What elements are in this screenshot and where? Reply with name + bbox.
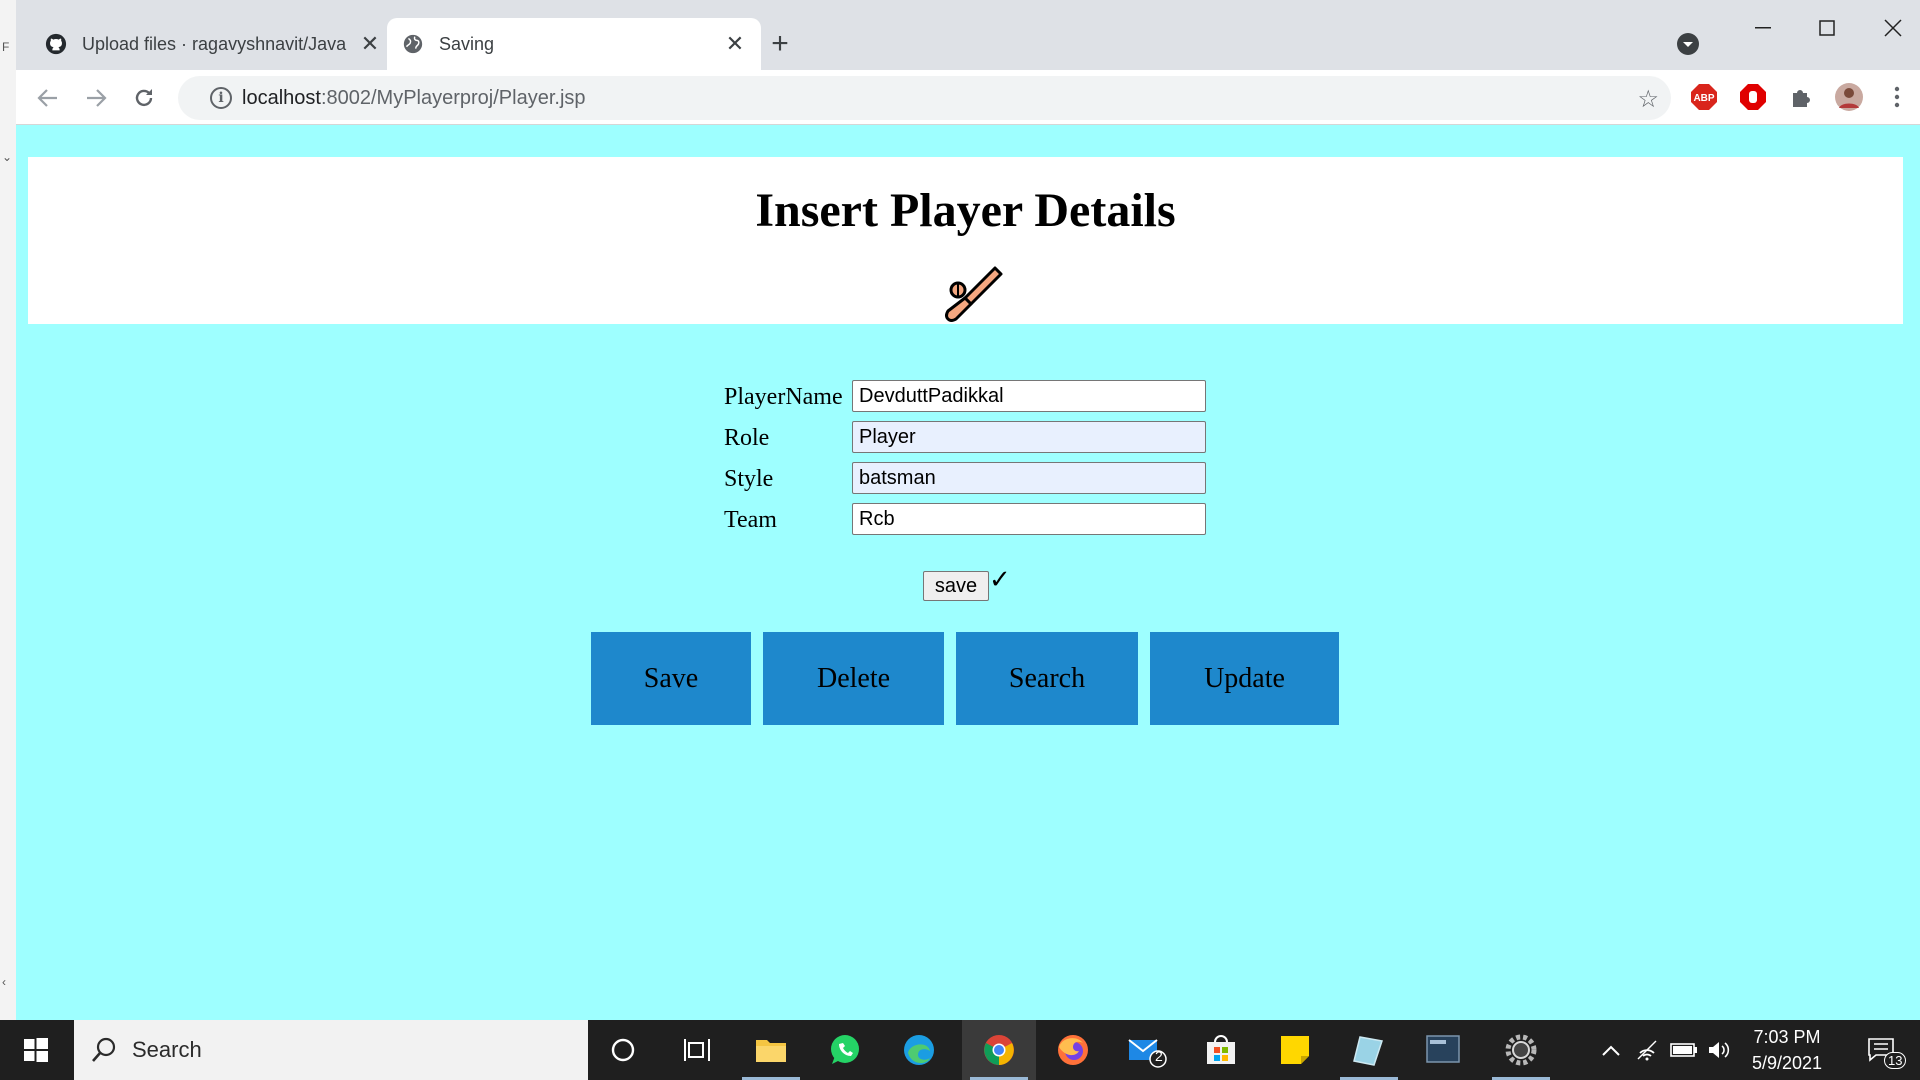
- stop-hand-icon[interactable]: [1738, 82, 1768, 112]
- forward-arrow-icon[interactable]: [78, 80, 114, 116]
- field-label: Team: [724, 507, 777, 533]
- notification-center-icon[interactable]: 13: [1856, 1020, 1907, 1080]
- wifi-icon[interactable]: [1632, 1020, 1664, 1080]
- file-explorer-icon[interactable]: [734, 1020, 808, 1080]
- battery-icon[interactable]: [1668, 1020, 1700, 1080]
- playername-input[interactable]: [852, 380, 1206, 412]
- browser-titlebar: Upload files · ragavyshnavit/Java ✕ Savi…: [16, 0, 1920, 70]
- url-text: localhost:8002/MyPlayerproj/Player.jsp: [242, 87, 586, 110]
- puzzle-icon[interactable]: [1786, 82, 1816, 112]
- url-host: localhost: [242, 86, 321, 109]
- delete-button[interactable]: Delete: [763, 632, 944, 725]
- cortana-icon[interactable]: [586, 1020, 660, 1080]
- team-input[interactable]: [852, 503, 1206, 535]
- task-view-icon[interactable]: [660, 1020, 734, 1080]
- search-placeholder: Search: [132, 1037, 202, 1062]
- back-arrow-icon[interactable]: [30, 80, 66, 116]
- close-icon[interactable]: ✕: [358, 31, 382, 56]
- new-tab-plus-icon[interactable]: +: [764, 27, 796, 60]
- edge-icon[interactable]: [882, 1020, 956, 1080]
- tab-title: Upload files · ragavyshnavit/Java: [82, 33, 347, 54]
- github-icon: [44, 32, 68, 56]
- sticky-notes-icon[interactable]: [1258, 1020, 1332, 1080]
- profile-avatar[interactable]: [1834, 82, 1864, 112]
- clock-time: 7:03 PM: [1753, 1027, 1821, 1047]
- clock-date: 5/9/2021: [1751, 1053, 1823, 1073]
- notepad-icon[interactable]: [1332, 1020, 1406, 1080]
- edge-glyph: F: [2, 40, 10, 54]
- bookmark-star-icon[interactable]: ☆: [1637, 85, 1659, 114]
- maximize-icon[interactable]: [1804, 10, 1850, 46]
- role-input[interactable]: [852, 421, 1206, 453]
- mail-badge: 2: [1155, 1048, 1163, 1064]
- tab-title: Saving: [439, 33, 495, 54]
- volume-icon[interactable]: [1704, 1020, 1734, 1080]
- tab-search-icon[interactable]: [1674, 30, 1702, 58]
- chrome-icon[interactable]: [962, 1020, 1036, 1080]
- info-icon[interactable]: i: [210, 87, 232, 109]
- chevron-up-icon[interactable]: [1596, 1020, 1626, 1080]
- close-icon[interactable]: ✕: [723, 31, 747, 56]
- firefox-icon[interactable]: [1036, 1020, 1110, 1080]
- background-window-edge: F ⌄ ‹: [0, 0, 17, 1020]
- cricket-bat-icon: [944, 263, 1004, 323]
- header-box: Insert Player Details: [28, 157, 1903, 324]
- field-label: PlayerName: [724, 384, 843, 410]
- windows-start-icon[interactable]: [0, 1020, 72, 1080]
- check-mark: ✓: [989, 565, 1011, 595]
- page-title: Insert Player Details: [755, 184, 1176, 237]
- adblock-plus-icon[interactable]: ABP: [1689, 82, 1719, 112]
- chevron-down-icon: ⌄: [2, 150, 13, 164]
- tab-saving[interactable]: Saving ✕: [387, 18, 761, 70]
- sql-terminal-icon[interactable]: [1406, 1020, 1480, 1080]
- page-content: Insert Player Details PlayerName Role St…: [16, 125, 1912, 1020]
- whatsapp-icon[interactable]: [808, 1020, 882, 1080]
- browser-toolbar: i localhost:8002/MyPlayerproj/Player.jsp…: [16, 70, 1920, 125]
- minimize-icon[interactable]: [1740, 10, 1786, 46]
- svg-text:ABP: ABP: [1693, 93, 1714, 104]
- notification-badge: 13: [1884, 1052, 1907, 1069]
- eclipse-gear-icon[interactable]: [1484, 1020, 1558, 1080]
- field-label: Role: [724, 425, 770, 451]
- search-button[interactable]: Search: [956, 632, 1138, 725]
- tab-github-upload[interactable]: Upload files · ragavyshnavit/Java ✕: [30, 18, 396, 70]
- page-scrollbar[interactable]: [1912, 125, 1920, 1020]
- save-submit-button[interactable]: save: [923, 571, 989, 601]
- reload-icon[interactable]: [126, 80, 162, 116]
- taskbar-clock[interactable]: 7:03 PM 5/9/2021: [1732, 1024, 1842, 1076]
- update-button[interactable]: Update: [1150, 632, 1339, 725]
- field-label: Style: [724, 466, 774, 492]
- url-path: :8002/MyPlayerproj/Player.jsp: [320, 86, 586, 109]
- save-button[interactable]: Save: [591, 632, 751, 725]
- microsoft-store-icon[interactable]: [1184, 1020, 1258, 1080]
- windows-taskbar: Search 2 7:03 PM 5/9/2021 13: [0, 1020, 1920, 1080]
- mail-icon[interactable]: 2: [1110, 1020, 1184, 1080]
- globe-icon: [401, 32, 425, 56]
- taskbar-search[interactable]: Search: [74, 1020, 588, 1080]
- chevron-left-icon: ‹: [2, 975, 6, 989]
- close-window-icon[interactable]: [1870, 10, 1916, 46]
- address-bar[interactable]: i localhost:8002/MyPlayerproj/Player.jsp…: [178, 76, 1671, 120]
- kebab-menu-icon[interactable]: [1882, 82, 1912, 112]
- style-input[interactable]: [852, 462, 1206, 494]
- search-icon: [90, 1036, 118, 1064]
